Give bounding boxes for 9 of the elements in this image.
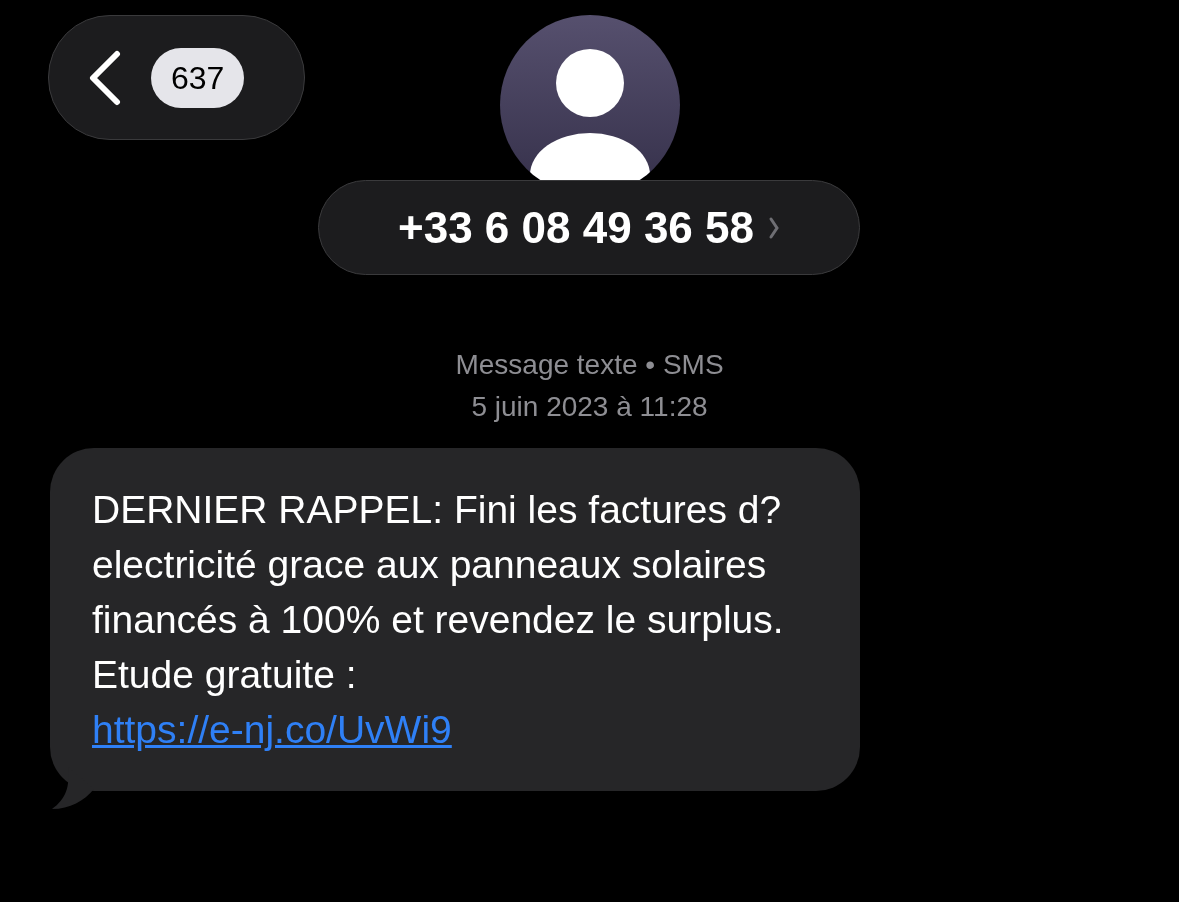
chevron-right-icon <box>768 215 780 240</box>
back-chevron-icon <box>87 49 123 106</box>
contact-button[interactable]: +33 6 08 49 36 58 <box>318 180 860 275</box>
unread-count: 637 <box>151 47 245 108</box>
message-text: DERNIER RAPPEL: Fini les factures d?electricité grace aux panneaux solaires financés à 100% et revendez le surplus. Etude gratuite : <box>92 487 785 698</box>
message-service: Message texte • SMS <box>455 348 724 382</box>
back-button[interactable]: 637 <box>48 15 305 140</box>
message-timestamp: 5 juin 2023 à 11:28 <box>471 390 708 424</box>
message-link[interactable]: https://e-nj.co/UvWi9 <box>92 708 452 751</box>
